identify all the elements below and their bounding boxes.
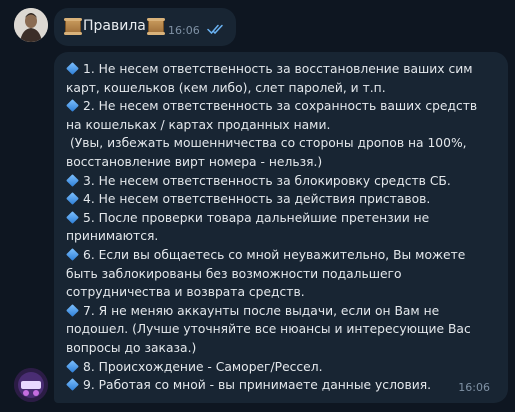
double-check-icon bbox=[207, 24, 223, 35]
rules-text: 1. Не несем ответственность за восстанов… bbox=[62, 60, 496, 395]
scroll-icon bbox=[146, 17, 165, 35]
rule-line-text: 1. Не несем ответственность за восстанов… bbox=[83, 62, 473, 76]
rule-line-text: 6. Если вы общаетесь со мной неуважитель… bbox=[83, 247, 466, 262]
blue-diamond-icon bbox=[66, 248, 79, 261]
rule-line: 5. После проверки товара дальнейшие прет… bbox=[62, 209, 496, 228]
rule-line-text: (Увы, избежать мошенничества со стороны … bbox=[70, 136, 467, 151]
rule-line: 8. Происхождение - Саморег/Рессел. bbox=[62, 358, 496, 377]
rule-line-text: на кошельках / картах проданных нами. bbox=[66, 117, 331, 132]
rule-line: вопросы до заказа.) bbox=[62, 339, 496, 358]
rule-line-text: 5. После проверки товара дальнейшие прет… bbox=[83, 210, 430, 225]
blue-diamond-icon bbox=[66, 173, 79, 187]
rule-line: 9. Работая со мной - вы принимаете данны… bbox=[62, 376, 496, 395]
rule-line-text: карт, кошельков (кем либо), слет паролей… bbox=[66, 80, 386, 95]
rule-line: быть заблокированы без возможности подал… bbox=[62, 265, 496, 284]
rule-line: 7. Я не меняю аккаунты после выдачи, есл… bbox=[62, 302, 496, 321]
message-bubble-title[interactable]: Правила 16:06 bbox=[54, 8, 236, 46]
blue-diamond-icon bbox=[66, 303, 79, 317]
rule-line-text: 2. Не несем ответственность за сохраннос… bbox=[83, 99, 478, 114]
blue-diamond-icon bbox=[66, 99, 79, 113]
rule-line-text: восстановление вирт номера - нельзя.) bbox=[66, 154, 323, 169]
rule-line-text: 7. Я не меняю аккаунты после выдачи, есл… bbox=[83, 303, 440, 318]
rule-line: сотрудничества и возврата средств. bbox=[62, 283, 496, 302]
rule-line: восстановление вирт номера - нельзя.) bbox=[62, 153, 496, 172]
message-title-text: Правила bbox=[83, 18, 146, 34]
rule-line-text: 4. Не несем ответственность за действия … bbox=[83, 192, 431, 207]
rule-line: карт, кошельков (кем либо), слет паролей… bbox=[62, 79, 496, 98]
rule-line: 1. Не несем ответственность за восстанов… bbox=[62, 60, 496, 79]
rule-line-text: 8. Происхождение - Саморег/Рессел. bbox=[83, 359, 323, 374]
rule-line: принимаются. bbox=[62, 227, 496, 246]
message-bubble-rules[interactable]: 1. Не несем ответственность за восстанов… bbox=[54, 52, 508, 403]
scroll-icon bbox=[64, 17, 82, 35]
blue-diamond-icon bbox=[66, 192, 79, 206]
rule-line: (Увы, избежать мошенничества со стороны … bbox=[62, 134, 496, 153]
rule-line-text: вопросы до заказа.) bbox=[66, 340, 197, 355]
message-time: 16:06 bbox=[168, 24, 200, 37]
blue-diamond-icon bbox=[66, 62, 79, 75]
rule-line-text: быть заблокированы без возможности подал… bbox=[66, 266, 402, 281]
message-title: Правила bbox=[64, 17, 165, 35]
rule-line-text: 3. Не несем ответственность за блокировк… bbox=[83, 173, 451, 188]
rule-line: 2. Не несем ответственность за сохраннос… bbox=[62, 97, 496, 116]
rule-line: на кошельках / картах проданных нами. bbox=[62, 116, 496, 135]
rule-line-text: принимаются. bbox=[66, 229, 159, 244]
blue-diamond-icon bbox=[66, 210, 79, 224]
rule-line: 4. Не несем ответственность за действия … bbox=[62, 190, 496, 209]
rule-line-text: сотрудничества и возврата средств. bbox=[66, 285, 305, 300]
blue-diamond-icon bbox=[66, 378, 79, 391]
rule-line: 6. Если вы общаетесь со мной неуважитель… bbox=[62, 246, 496, 265]
sender-avatar[interactable] bbox=[14, 368, 48, 402]
rule-line: подошел. (Лучше уточняйте все нюансы и и… bbox=[62, 320, 496, 339]
rule-line-text: 9. Работая со мной - вы принимаете данны… bbox=[83, 378, 431, 393]
blue-diamond-icon bbox=[66, 359, 79, 373]
rule-line-text: подошел. (Лучше уточняйте все нюансы и и… bbox=[66, 322, 471, 337]
message-time: 16:06 bbox=[458, 381, 490, 394]
chat-area: Правила 16:06 1. Не несем ответственност… bbox=[0, 0, 515, 412]
sender-avatar[interactable] bbox=[14, 8, 48, 42]
rule-line: 3. Не несем ответственность за блокировк… bbox=[62, 172, 496, 191]
